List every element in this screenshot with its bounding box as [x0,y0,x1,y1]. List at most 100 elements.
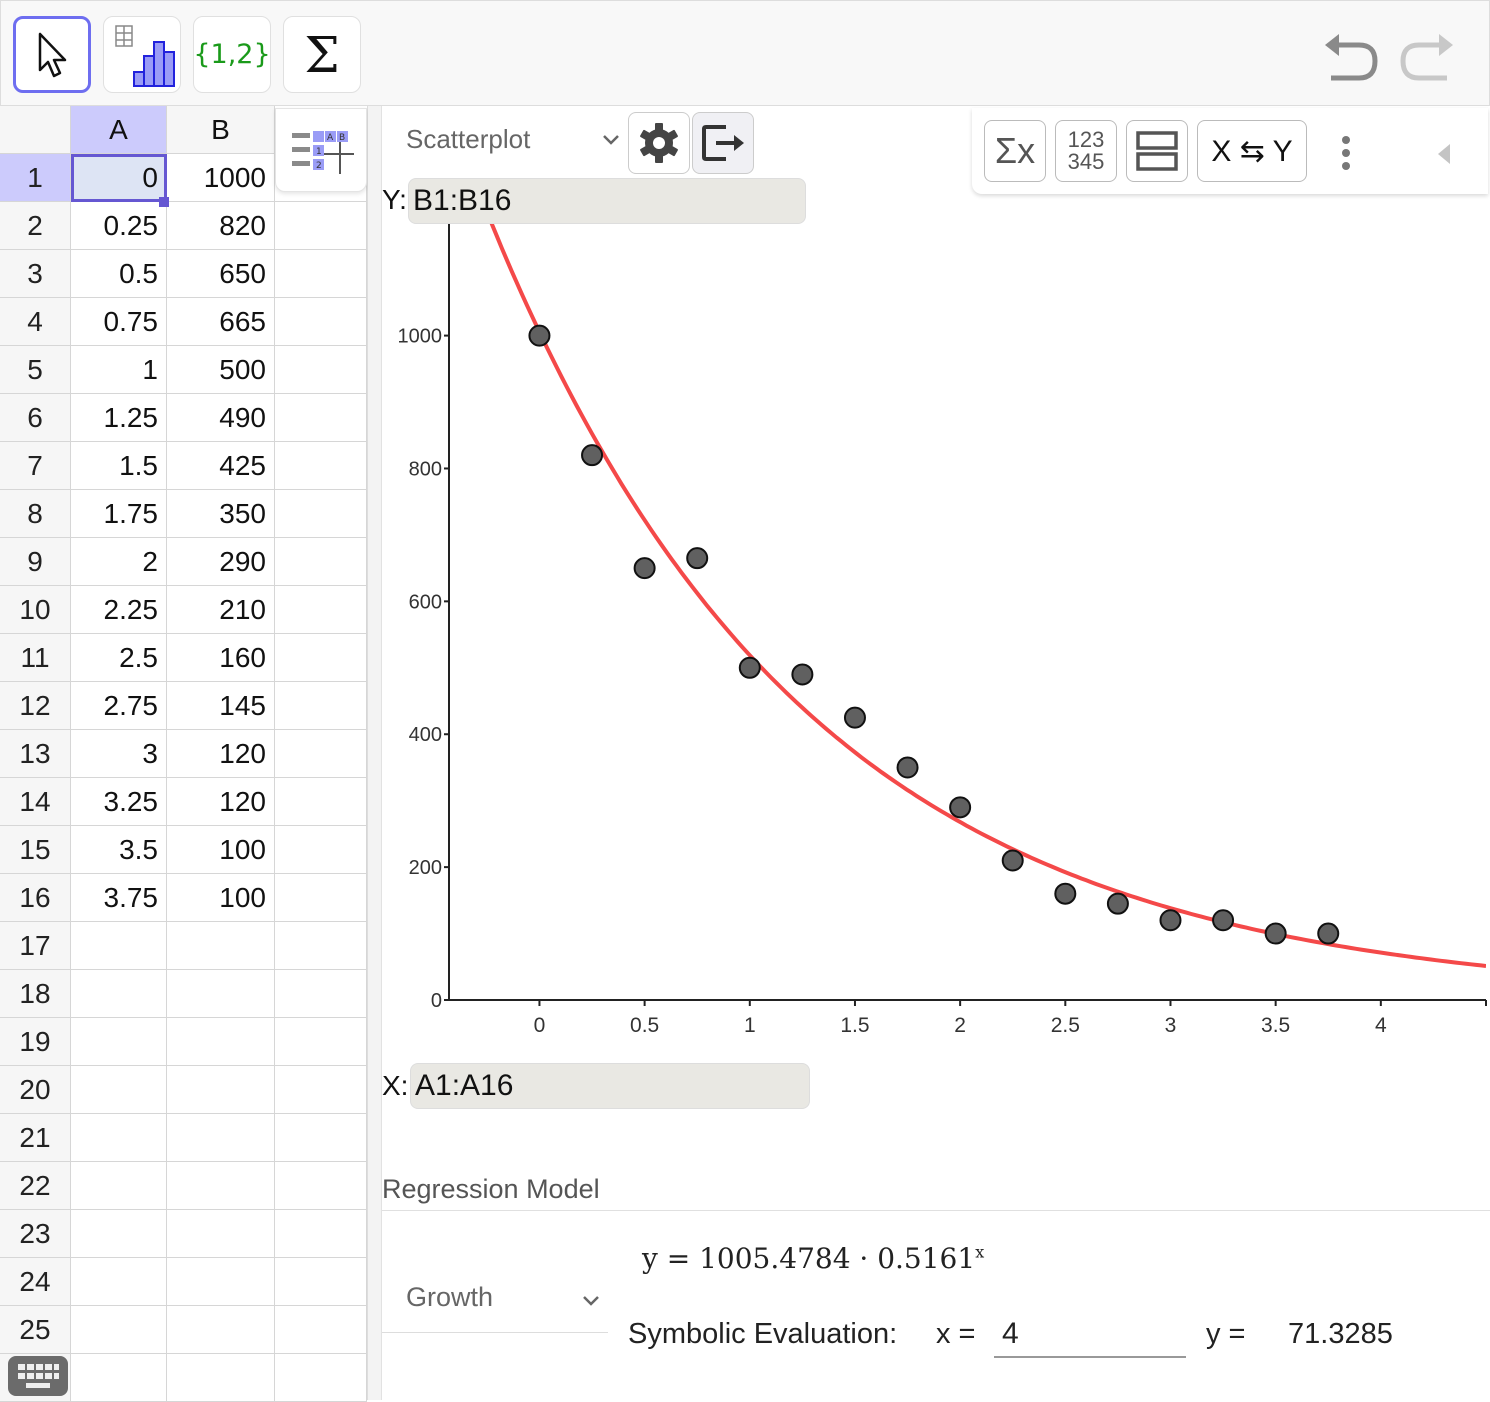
cell-c[interactable] [275,1354,367,1402]
row-header[interactable]: 25 [0,1306,71,1354]
cell-a[interactable]: 0.25 [71,202,167,250]
y-range-input[interactable]: B1:B16 [408,178,806,224]
one-variable-analysis-button[interactable] [103,16,181,93]
row-header[interactable]: 18 [0,970,71,1018]
cell-b[interactable] [167,1210,275,1258]
collapse-left-icon[interactable] [1434,142,1454,166]
cell-b[interactable]: 120 [167,730,275,778]
chevron-down-icon[interactable] [580,1290,602,1312]
cell-a[interactable]: 2.75 [71,682,167,730]
cell-b[interactable]: 100 [167,874,275,922]
statistics-button[interactable]: Σx [984,120,1046,182]
row-header[interactable]: 7 [0,442,71,490]
row-header[interactable]: 17 [0,922,71,970]
cell-b[interactable]: 120 [167,778,275,826]
show-data-button[interactable]: 123 345 [1055,120,1117,182]
cell-a[interactable]: 1.5 [71,442,167,490]
panel-divider[interactable] [368,106,382,1400]
cell-a[interactable] [71,1354,167,1402]
row-header[interactable]: 16 [0,874,71,922]
cell-b[interactable] [167,922,275,970]
cell-c[interactable] [275,586,367,634]
row-header[interactable]: 9 [0,538,71,586]
cell-a[interactable]: 0 [71,154,167,202]
row-header[interactable]: 8 [0,490,71,538]
eval-x-input[interactable] [994,1312,1186,1358]
row-header[interactable]: 2 [0,202,71,250]
cell-a[interactable] [71,1066,167,1114]
row-header[interactable]: 20 [0,1066,71,1114]
cell-b[interactable]: 425 [167,442,275,490]
cell-a[interactable] [71,1306,167,1354]
cell-b[interactable]: 490 [167,394,275,442]
cell-c[interactable] [275,1066,367,1114]
cell-a[interactable]: 3.5 [71,826,167,874]
cell-a[interactable] [71,1162,167,1210]
cell-b[interactable]: 820 [167,202,275,250]
cell-a[interactable]: 1.25 [71,394,167,442]
cell-b[interactable] [167,1018,275,1066]
row-header[interactable]: 23 [0,1210,71,1258]
more-vertical-icon[interactable] [1338,134,1354,174]
spreadsheet-tools-button[interactable]: AB 1 2 [275,108,367,192]
cell-b[interactable] [167,970,275,1018]
cell-b[interactable]: 210 [167,586,275,634]
create-list-button[interactable]: {1,2} [193,16,271,93]
swap-xy-button[interactable]: X ⇆ Y [1197,120,1307,182]
row-header[interactable]: 13 [0,730,71,778]
cell-b[interactable]: 665 [167,298,275,346]
move-tool-button[interactable] [13,16,91,93]
cell-a[interactable]: 3.75 [71,874,167,922]
redo-button[interactable] [1395,29,1455,84]
corner-cell[interactable] [0,106,71,154]
cell-c[interactable] [275,634,367,682]
cell-b[interactable] [167,1354,275,1402]
cell-c[interactable] [275,1018,367,1066]
row-header[interactable]: 1 [0,154,71,202]
cell-b[interactable] [167,1162,275,1210]
cell-c[interactable] [275,490,367,538]
row-header[interactable]: 14 [0,778,71,826]
row-header[interactable]: 3 [0,250,71,298]
cell-a[interactable]: 2.25 [71,586,167,634]
cell-c[interactable] [275,922,367,970]
row-header[interactable]: 6 [0,394,71,442]
row-header[interactable]: 22 [0,1162,71,1210]
cell-a[interactable]: 0.5 [71,250,167,298]
cell-b[interactable]: 100 [167,826,275,874]
cell-c[interactable] [275,970,367,1018]
row-header[interactable]: 11 [0,634,71,682]
cell-c[interactable] [275,298,367,346]
undo-button[interactable] [1323,29,1383,84]
export-button[interactable] [692,112,754,174]
cell-a[interactable]: 2.5 [71,634,167,682]
cell-a[interactable]: 0.75 [71,298,167,346]
cell-a[interactable]: 1.75 [71,490,167,538]
row-header[interactable]: 21 [0,1114,71,1162]
row-header[interactable]: 5 [0,346,71,394]
chart-type-select[interactable]: Scatterplot [406,124,530,155]
cell-c[interactable] [275,730,367,778]
x-range-input[interactable]: A1:A16 [410,1063,810,1109]
cell-a[interactable]: 1 [71,346,167,394]
cell-c[interactable] [275,442,367,490]
cell-c[interactable] [275,826,367,874]
row-header[interactable]: 12 [0,682,71,730]
cell-a[interactable] [71,1210,167,1258]
cell-b[interactable] [167,1114,275,1162]
cell-c[interactable] [275,538,367,586]
cell-b[interactable] [167,1066,275,1114]
row-header[interactable]: 10 [0,586,71,634]
cell-b[interactable]: 350 [167,490,275,538]
cell-c[interactable] [275,202,367,250]
row-header[interactable]: 19 [0,1018,71,1066]
cell-b[interactable] [167,1306,275,1354]
sum-tool-button[interactable]: Σ [283,16,361,93]
settings-button[interactable] [628,112,690,174]
cell-a[interactable]: 3.25 [71,778,167,826]
chevron-down-icon[interactable] [600,128,622,150]
cell-c[interactable] [275,250,367,298]
cell-c[interactable] [275,1162,367,1210]
cell-a[interactable] [71,1258,167,1306]
cell-a[interactable] [71,922,167,970]
